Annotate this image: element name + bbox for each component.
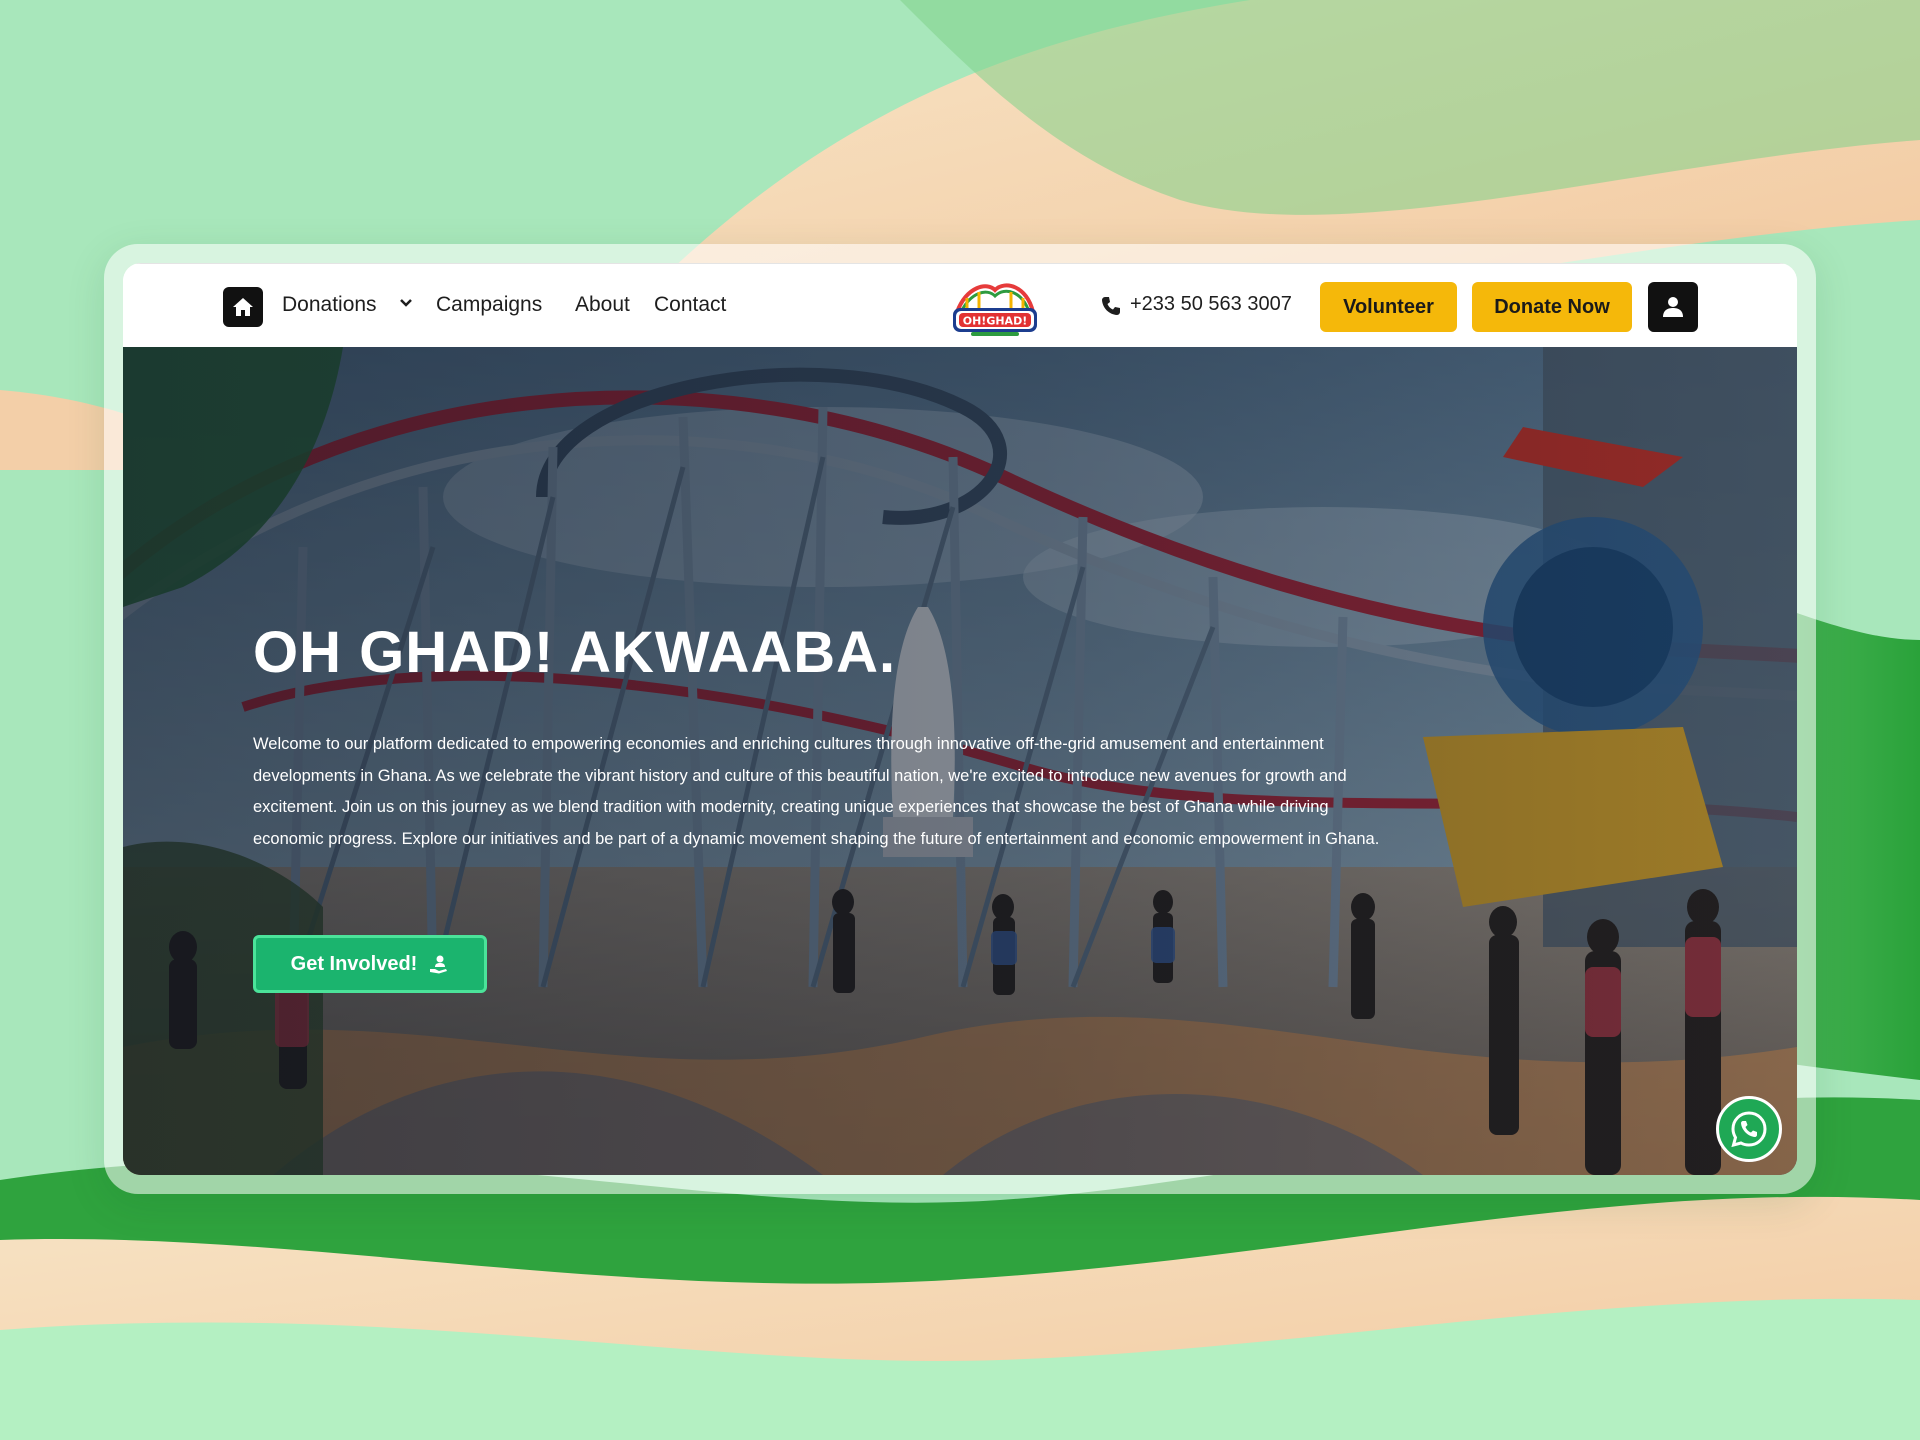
donate-now-button[interactable]: Donate Now <box>1472 282 1632 332</box>
phone-icon <box>1102 297 1120 315</box>
nav-contact[interactable]: Contact <box>654 293 726 317</box>
svg-text:OH!GHAD!: OH!GHAD! <box>963 315 1027 328</box>
hand-person-icon <box>430 955 448 974</box>
account-button[interactable] <box>1648 282 1698 332</box>
volunteer-button[interactable]: Volunteer <box>1320 282 1457 332</box>
whatsapp-chat-button[interactable] <box>1716 1096 1782 1162</box>
hero-description: Welcome to our platform dedicated to emp… <box>253 735 1380 848</box>
phone-number[interactable]: +233 50 563 3007 <box>1130 293 1292 316</box>
get-involved-label: Get Involved! <box>290 952 418 975</box>
website-screen: Donations Campaigns About Contact OH!GHA… <box>123 263 1797 1175</box>
nav-donations[interactable]: Donations <box>282 293 377 317</box>
whatsapp-icon <box>1731 1111 1767 1148</box>
get-involved-button[interactable]: Get Involved! <box>253 935 487 993</box>
nav-campaigns[interactable]: Campaigns <box>436 293 542 317</box>
user-icon <box>1663 297 1683 317</box>
top-navbar: Donations Campaigns About Contact OH!GHA… <box>123 263 1797 347</box>
nav-about[interactable]: About <box>575 293 630 317</box>
site-logo[interactable]: OH!GHAD! <box>947 276 1043 340</box>
hero-section: OH GHAD! AKWAABA. Welcome to our platfor… <box>123 347 1797 1175</box>
home-button[interactable] <box>223 287 263 327</box>
hero-title: OH GHAD! AKWAABA. <box>253 620 897 685</box>
home-icon <box>233 298 253 316</box>
chevron-down-icon[interactable] <box>399 298 413 308</box>
